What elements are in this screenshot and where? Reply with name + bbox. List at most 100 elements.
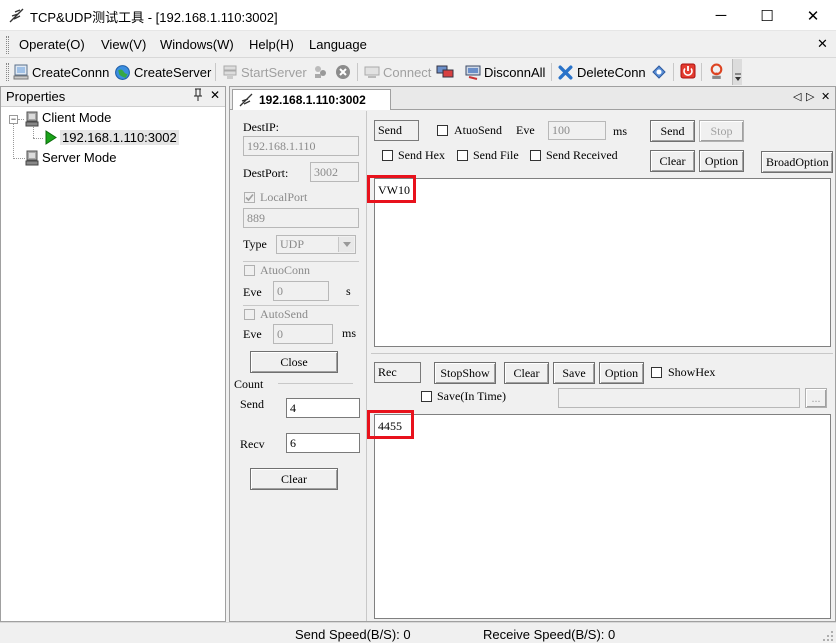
stop-show-button[interactable]: StopShow [434, 362, 496, 384]
delete-conn-button[interactable]: DeleteConn [557, 62, 646, 82]
type-select[interactable]: UDP [276, 235, 356, 254]
tree-line [13, 124, 14, 159]
divider [243, 305, 359, 306]
save-in-time-checkbox[interactable] [421, 391, 432, 402]
create-server-button[interactable]: CreateServer [114, 62, 211, 82]
chevron-down-icon [735, 73, 741, 81]
stop-button[interactable]: Stop [699, 120, 744, 142]
send-clear-button[interactable]: Clear [650, 150, 695, 172]
save-button[interactable]: Save [553, 362, 595, 384]
toolbar-overflow-button[interactable] [732, 59, 742, 85]
send-hex-label: Send Hex [398, 148, 445, 162]
mdi-close-button[interactable]: ✕ [817, 36, 828, 52]
toolbar-grip-handle[interactable] [6, 63, 9, 81]
atuo-conn-checkbox[interactable] [244, 265, 255, 276]
properties-close-button[interactable]: ✕ [210, 88, 220, 102]
show-hex-checkbox[interactable] [651, 367, 662, 378]
tree-client-connection[interactable]: 192.168.1.110:3002 [60, 130, 179, 145]
toolbar-separator [215, 63, 216, 81]
title-bar: TCP&UDP测试工具 - [192.168.1.110:3002] ─ ☐ ✕ [0, 0, 836, 31]
network-icon[interactable] [436, 64, 454, 80]
delete-x-icon [558, 64, 573, 80]
local-port-checkbox[interactable] [244, 192, 255, 203]
power-icon[interactable] [680, 63, 696, 79]
help-icon[interactable] [708, 63, 725, 80]
dest-ip-field[interactable]: 192.168.1.110 [243, 136, 359, 156]
send-button[interactable]: Send [650, 120, 695, 142]
pin-icon[interactable] [193, 88, 203, 105]
connect-label: Connect [383, 64, 432, 80]
auto-send-label: AutoSend [260, 307, 308, 321]
connect-button[interactable]: Connect [364, 62, 431, 82]
send-option-button[interactable]: Option [699, 150, 744, 172]
broad-option-button[interactable]: BroadOption [761, 151, 833, 173]
send-count-field[interactable]: 4 [286, 398, 360, 418]
atuo-send-checkbox[interactable] [437, 125, 448, 136]
play-connected-icon [45, 130, 57, 145]
properties-panel: Properties ✕ − Client Mode 192.168.1.110… [0, 86, 226, 622]
rec-mode-tag: Rec [374, 362, 421, 383]
send-hex-checkbox[interactable] [382, 150, 393, 161]
recv-clear-button[interactable]: Clear [504, 362, 549, 384]
menu-grip-handle[interactable] [6, 36, 9, 54]
disconnect-all-icon [465, 65, 481, 80]
browse-button[interactable]: ... [805, 388, 827, 408]
menu-operate[interactable]: Operate(O) [19, 37, 85, 52]
tab-close-button[interactable]: ✕ [821, 90, 830, 103]
close-connection-button[interactable]: Close [250, 351, 338, 373]
tree-line [33, 138, 43, 139]
menu-windows[interactable]: Windows(W) [160, 37, 234, 52]
menu-help[interactable]: Help(H) [249, 37, 294, 52]
disconn-all-button[interactable]: DisconnAll [465, 62, 545, 82]
close-window-button[interactable]: ✕ [790, 0, 836, 31]
auto-send-interval-field[interactable]: 0 [273, 324, 333, 344]
status-bar: Send Speed(B/S): 0 Receive Speed(B/S): 0 [0, 622, 836, 643]
clear-all-puzzle-icon[interactable] [650, 63, 668, 81]
document-area: 192.168.1.110:3002 ◁ ▷ ✕ DestIP: 192.168… [229, 86, 836, 622]
unit-ms-label: ms [342, 326, 357, 340]
dest-port-field[interactable]: 3002 [310, 162, 359, 182]
tree-client-mode[interactable]: Client Mode [42, 110, 111, 125]
client-computer-icon [25, 111, 39, 127]
local-port-field[interactable]: 889 [243, 208, 359, 228]
collapse-toggle-icon[interactable]: − [9, 115, 18, 124]
create-conn-button[interactable]: CreateConnn [13, 62, 109, 82]
send-unit-ms: ms [613, 124, 628, 138]
maximize-button[interactable]: ☐ [744, 0, 790, 31]
stop-server-icon[interactable] [312, 64, 328, 80]
recv-count-field[interactable]: 6 [286, 433, 360, 453]
create-conn-icon [13, 64, 29, 80]
resize-grip-icon[interactable] [822, 630, 834, 642]
send-file-checkbox[interactable] [457, 150, 468, 161]
send-textarea[interactable]: VW10 [367, 175, 831, 347]
menu-language[interactable]: Language [309, 37, 367, 52]
tree-server-mode[interactable]: Server Mode [42, 150, 116, 165]
tab-scroll-right-button[interactable]: ▷ [806, 90, 814, 103]
tab-scroll-left-button[interactable]: ◁ [793, 90, 801, 103]
toolbar-separator [701, 63, 702, 81]
tab-feather-icon [239, 93, 253, 107]
atuo-conn-interval-field[interactable]: 0 [273, 281, 329, 301]
start-server-label: StartServer [241, 64, 307, 80]
menu-view[interactable]: View(V) [101, 37, 146, 52]
start-server-button[interactable]: StartServer [222, 62, 307, 82]
clear-count-button[interactable]: Clear [250, 468, 338, 490]
disconn-all-label: DisconnAll [484, 64, 546, 80]
tree-line [13, 158, 25, 159]
send-content: VW10 [378, 183, 410, 197]
send-eve-label: Eve [516, 123, 535, 137]
count-label: Count [234, 377, 264, 391]
auto-send-checkbox[interactable] [244, 309, 255, 320]
send-interval-field[interactable]: 100 [548, 121, 606, 140]
send-section: Send AtuoSend Eve 100 ms Send Stop Send … [367, 111, 835, 349]
receive-textarea[interactable]: 4455 [367, 410, 831, 619]
cancel-circle-icon[interactable] [335, 64, 351, 80]
tab-connection[interactable]: 192.168.1.110:3002 [232, 89, 391, 110]
minimize-button[interactable]: ─ [698, 0, 744, 31]
save-path-field[interactable] [558, 388, 800, 408]
recv-option-button[interactable]: Option [599, 362, 644, 384]
divider [243, 261, 359, 262]
send-received-checkbox[interactable] [530, 150, 541, 161]
type-label: Type [243, 237, 267, 251]
recv-count-label: Recv [240, 437, 265, 451]
